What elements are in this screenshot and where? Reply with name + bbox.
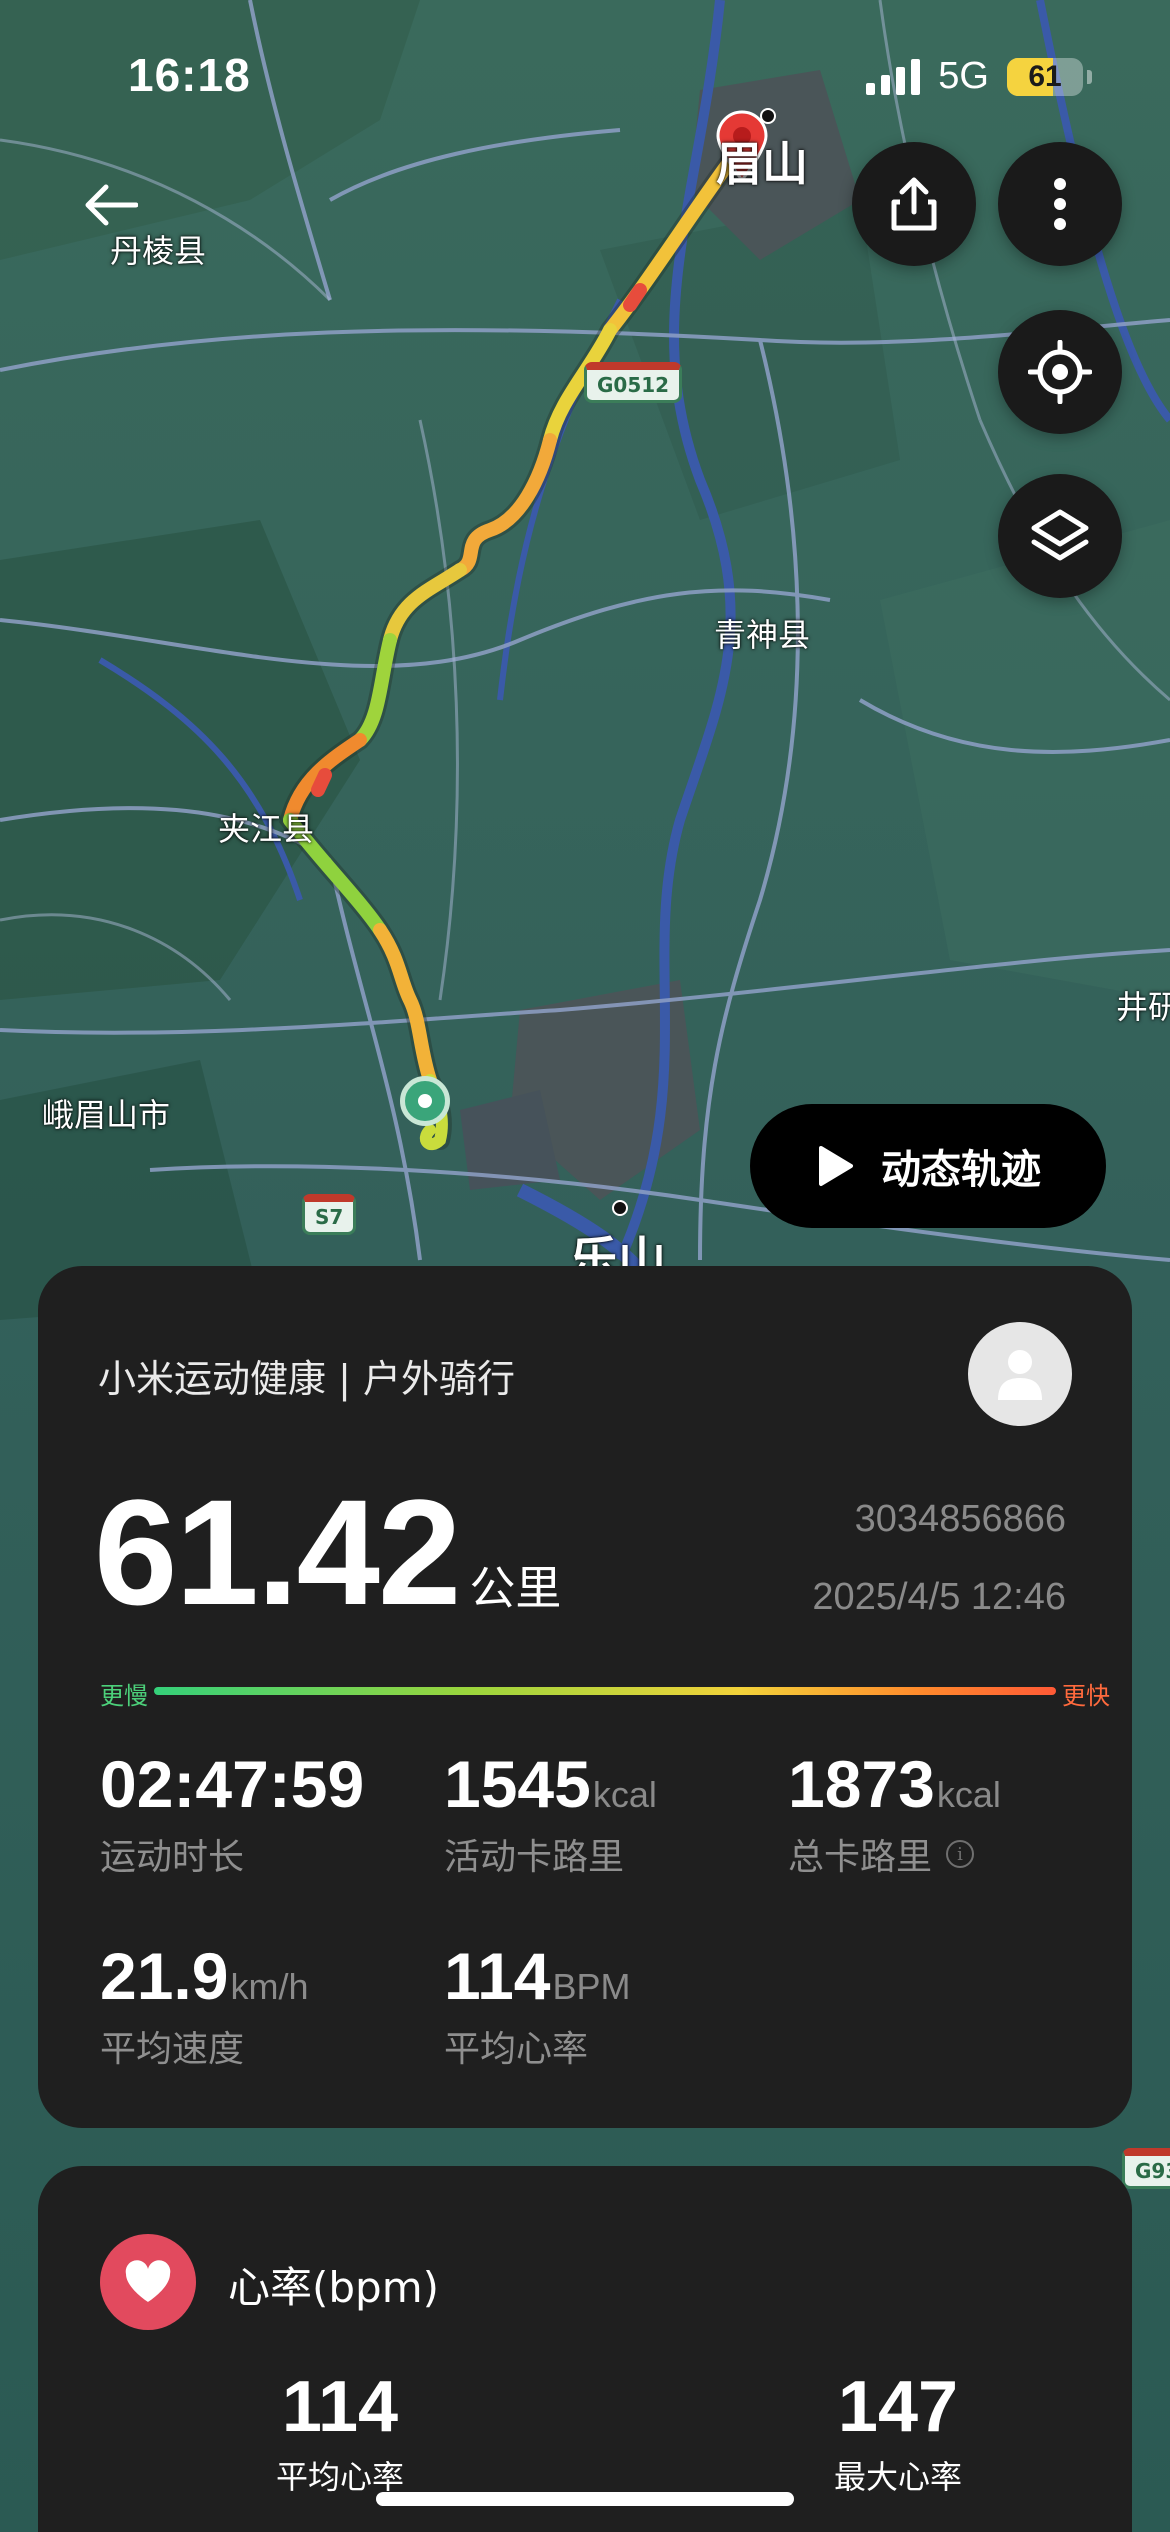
locate-button[interactable] xyxy=(998,310,1122,434)
avatar[interactable] xyxy=(968,1322,1072,1426)
map-label-jingyan: 井研 xyxy=(1116,988,1170,1026)
metric-avg-heart-rate: 114BPM 平均心率 xyxy=(444,1938,631,2072)
target-icon xyxy=(1028,340,1092,404)
metric-label: 平均速度 xyxy=(100,2029,245,2070)
layers-icon xyxy=(1031,509,1089,561)
user-icon xyxy=(998,1350,1042,1400)
metric-duration: 02:47:59 运动时长 xyxy=(100,1746,366,1880)
metric-unit: kcal xyxy=(936,1774,1001,1815)
heart-badge xyxy=(100,2234,196,2330)
more-vertical-icon xyxy=(1054,178,1066,230)
battery-icon: 61 xyxy=(1007,57,1083,96)
max-heart-rate-label: 最大心率 xyxy=(833,2458,962,2496)
status-indicators: 5G 61 xyxy=(866,55,1092,98)
distance-unit: 公里 xyxy=(469,1561,562,1615)
metric-value: 1545 xyxy=(444,1747,591,1821)
metric-label-with-info: 总卡路里 i xyxy=(788,1828,1001,1880)
map-label-emeishan: 峨眉山市 xyxy=(42,1096,171,1134)
legend-slow-label: 更慢 xyxy=(100,1682,148,1710)
metric-value: 114 xyxy=(444,1939,551,2013)
metric-label: 运动时长 xyxy=(100,1837,245,1878)
network-type: 5G xyxy=(938,55,989,97)
road-shield-g0512: G0512 xyxy=(584,362,683,403)
distance-value: 61.42 xyxy=(94,1468,461,1636)
map-label-jiajiang: 夹江县 xyxy=(218,810,315,848)
dynamic-track-button[interactable]: 动态轨迹 xyxy=(750,1104,1106,1228)
share-icon xyxy=(891,177,937,231)
share-button[interactable] xyxy=(852,142,976,266)
heart-icon xyxy=(125,2260,171,2302)
metric-unit: km/h xyxy=(230,1966,309,2007)
home-indicator[interactable] xyxy=(376,2492,794,2506)
metric-active-calories: 1545kcal 活动卡路里 xyxy=(444,1746,657,1880)
metric-unit: kcal xyxy=(592,1774,657,1815)
record-datetime: 2025/4/5 12:46 xyxy=(812,1576,1066,1618)
speed-gradient-bar xyxy=(154,1687,1056,1695)
dynamic-track-label: 动态轨迹 xyxy=(881,1147,1041,1193)
workout-summary-card: 小米运动健康 | 户外骑行 61.42 公里 3034856866 2025/4… xyxy=(38,1266,1132,2128)
layers-button[interactable] xyxy=(998,474,1122,598)
metric-unit: BPM xyxy=(552,1966,631,2007)
max-heart-rate-value: 147 xyxy=(837,2367,959,2447)
metric-label: 平均心率 xyxy=(444,2029,589,2070)
status-time: 16:18 xyxy=(128,49,251,101)
metric-label: 活动卡路里 xyxy=(444,1837,625,1878)
back-button[interactable] xyxy=(70,170,150,240)
metric-label: 总卡路里 xyxy=(788,1837,933,1878)
record-id: 3034856866 xyxy=(854,1498,1066,1540)
avg-heart-rate-value: 114 xyxy=(281,2367,399,2447)
legend-fast-label: 更快 xyxy=(1062,1682,1110,1710)
road-shield-s7: S7 xyxy=(302,1194,357,1235)
road-shield-g93: G93 xyxy=(1122,2148,1170,2189)
play-icon xyxy=(819,1146,853,1186)
avg-heart-rate: 114 平均心率 xyxy=(210,2366,470,2498)
metric-total-calories: 1873kcal 总卡路里 i xyxy=(788,1746,1001,1880)
more-button[interactable] xyxy=(998,142,1122,266)
speed-legend: 更慢 更快 xyxy=(100,1672,1110,1710)
heart-rate-card[interactable]: 心率(bpm) 114 平均心率 147 最大心率 xyxy=(38,2166,1132,2532)
workout-source: 小米运动健康 | 户外骑行 xyxy=(98,1357,515,1401)
metric-value: 1873 xyxy=(788,1747,935,1821)
metric-value: 21.9 xyxy=(100,1939,229,2013)
metric-avg-speed: 21.9km/h 平均速度 xyxy=(100,1938,308,2072)
heart-rate-title: 心率(bpm) xyxy=(228,2263,440,2312)
metric-value: 02:47:59 xyxy=(100,1747,365,1821)
info-icon[interactable]: i xyxy=(946,1840,975,1868)
max-heart-rate: 147 最大心率 xyxy=(768,2366,1028,2498)
arrow-left-icon xyxy=(85,184,138,226)
start-marker-icon xyxy=(400,1076,450,1126)
distance: 61.42 公里 xyxy=(94,1466,561,1639)
map-label-meishan: 眉山 xyxy=(716,137,808,191)
map-label-qingshen: 青神县 xyxy=(714,616,811,654)
battery-tip xyxy=(1087,69,1092,84)
cellular-signal-icon xyxy=(866,58,921,95)
battery-level: 61 xyxy=(1028,59,1062,93)
